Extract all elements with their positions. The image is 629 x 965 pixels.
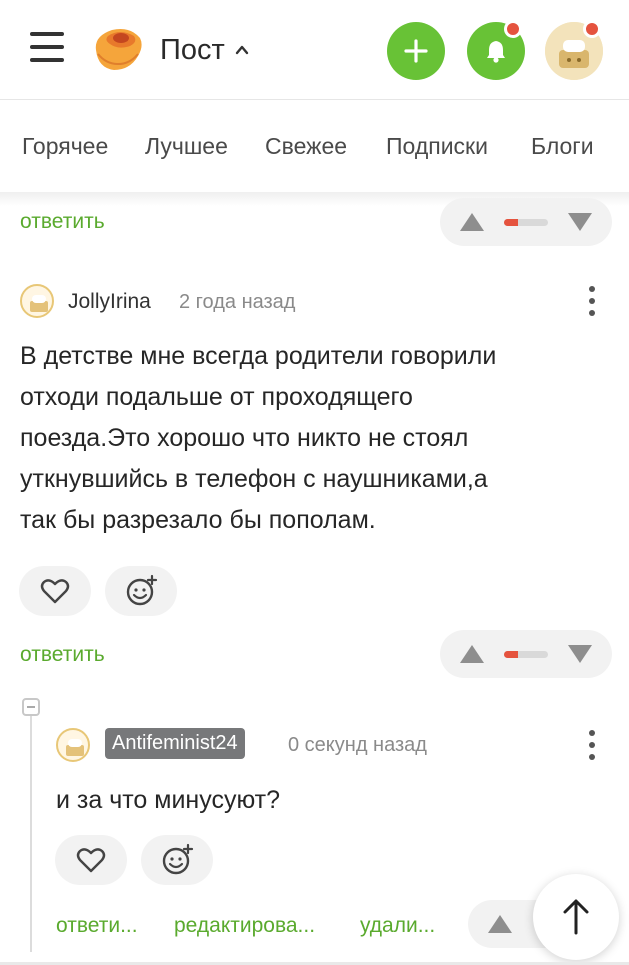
- comment-text: и за что минусуют?: [56, 786, 280, 814]
- tab-best[interactable]: Лучшее: [145, 133, 228, 160]
- bell-icon: [487, 41, 505, 63]
- reply-link[interactable]: ответи...: [56, 914, 138, 938]
- page-title: Пост: [160, 33, 225, 66]
- reply-link[interactable]: ответить: [20, 643, 105, 667]
- like-button[interactable]: [55, 835, 127, 885]
- comment-author[interactable]: JollyIrina: [68, 290, 151, 314]
- upvote-icon[interactable]: [486, 913, 514, 935]
- chevron-up-icon: [235, 45, 248, 55]
- add-reaction-button[interactable]: [141, 835, 213, 885]
- reply-link[interactable]: ответить: [20, 210, 105, 234]
- tab-hot[interactable]: Горячее: [22, 133, 108, 160]
- heart-icon: [76, 848, 106, 873]
- more-options-icon[interactable]: [582, 728, 602, 762]
- category-tabs: Горячее Лучшее Свежее Подписки Блоги: [0, 100, 629, 192]
- arrow-up-icon: [563, 899, 589, 935]
- hamburger-icon[interactable]: [30, 30, 66, 64]
- downvote-icon[interactable]: [566, 643, 594, 665]
- like-button[interactable]: [19, 566, 91, 616]
- avatar-icon: [66, 739, 84, 756]
- add-reaction-button[interactable]: [105, 566, 177, 616]
- edit-link[interactable]: редактирова...: [174, 914, 315, 938]
- emoji-add-icon: [162, 843, 194, 875]
- notifications-button[interactable]: [467, 20, 525, 80]
- vote-control: [440, 198, 612, 246]
- comment-avatar[interactable]: [56, 728, 90, 762]
- delete-link[interactable]: удали...: [360, 914, 435, 938]
- thread-line: [30, 712, 32, 952]
- scroll-to-top-button[interactable]: [533, 874, 619, 960]
- comment-time: 0 секунд назад: [288, 734, 427, 756]
- create-post-button[interactable]: [387, 22, 445, 80]
- more-options-icon[interactable]: [582, 284, 602, 318]
- downvote-icon[interactable]: [566, 211, 594, 233]
- rating-bar: [504, 651, 548, 658]
- tab-blogs[interactable]: Блоги: [531, 133, 594, 160]
- collapse-thread-icon[interactable]: [22, 698, 40, 716]
- notification-badge: [504, 20, 522, 38]
- profile-notification-badge: [583, 20, 601, 38]
- tab-fresh[interactable]: Свежее: [265, 133, 347, 160]
- comment-time: 2 года назад: [179, 291, 296, 313]
- comment-text: В детстве мне всегда родители говорили о…: [20, 342, 497, 534]
- vote-control: [440, 630, 612, 678]
- top-bar: Пост: [0, 0, 629, 100]
- tab-subscriptions[interactable]: Подписки: [386, 133, 488, 160]
- avatar-icon: [30, 295, 48, 312]
- profile-avatar-button[interactable]: [545, 20, 603, 80]
- heart-icon: [40, 579, 70, 604]
- emoji-add-icon: [126, 574, 158, 606]
- comment-avatar[interactable]: [20, 284, 54, 318]
- pikabu-logo[interactable]: [90, 24, 146, 74]
- upvote-icon[interactable]: [458, 643, 486, 665]
- plus-icon: [404, 39, 428, 63]
- upvote-icon[interactable]: [458, 211, 486, 233]
- post-title-toggle[interactable]: Пост: [160, 30, 249, 70]
- comment-author-own[interactable]: Antifeminist24: [105, 728, 245, 759]
- rating-bar: [504, 219, 548, 226]
